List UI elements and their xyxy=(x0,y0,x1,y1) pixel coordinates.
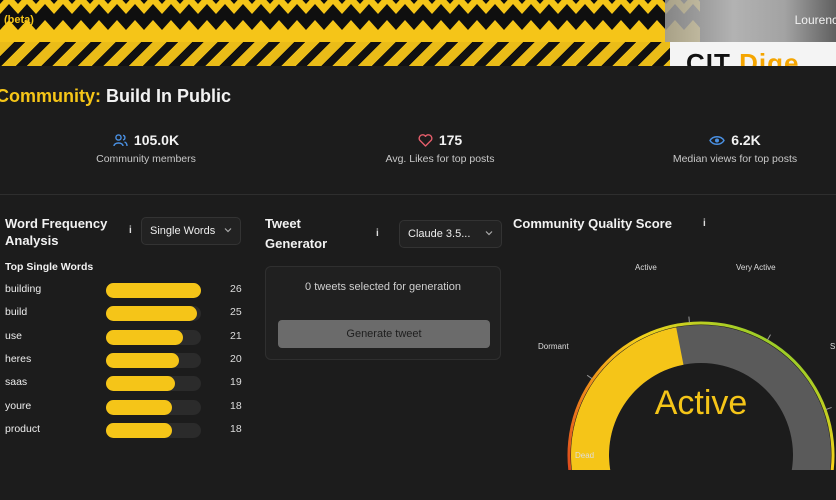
info-icon[interactable]: i xyxy=(129,225,132,236)
quality-score-title: Community Quality Score xyxy=(513,216,672,231)
gauge-tick xyxy=(688,316,690,323)
hazard-stripes xyxy=(0,42,670,66)
stat-value: 6.2K xyxy=(731,132,761,148)
word-row: building 26 xyxy=(0,282,250,298)
word-bar-track xyxy=(106,306,201,322)
quality-gauge: Dead Dormant Active Very Active S Active xyxy=(538,263,835,470)
word-row: heres 20 xyxy=(0,352,250,368)
page-title: Community: Build In Public xyxy=(0,86,231,107)
word-bar-fill xyxy=(106,283,201,298)
word-count: 20 xyxy=(230,352,242,365)
stat-label: Community members xyxy=(96,153,196,165)
word-label: product xyxy=(5,422,41,435)
word-label: build xyxy=(5,306,28,319)
word-count: 18 xyxy=(230,399,242,412)
stat-label: Avg. Likes for top posts xyxy=(385,153,495,165)
gauge-label-very-active: Very Active xyxy=(736,263,776,272)
gauge-tick xyxy=(586,374,593,380)
word-bar-track xyxy=(106,422,201,438)
users-icon xyxy=(113,133,128,146)
gauge-label-active: Active xyxy=(635,263,657,272)
word-bar-fill xyxy=(106,399,172,415)
section-divider xyxy=(0,194,836,195)
model-select[interactable]: Claude 3.5... xyxy=(399,220,502,248)
chevron-down-icon xyxy=(485,231,493,236)
stat-value: 105.0K xyxy=(133,132,180,148)
info-icon[interactable]: i xyxy=(703,218,706,229)
stat-views: 6.2K Median views for top posts xyxy=(660,132,810,165)
banner: CIT Dige xyxy=(0,42,836,66)
word-bar-track xyxy=(106,283,201,298)
word-frequency-title: Word Frequency Analysis xyxy=(5,216,108,248)
word-count: 18 xyxy=(230,422,242,435)
gauge-label-dead: Dead xyxy=(575,451,594,460)
top-words-title: Top Single Words xyxy=(5,261,94,273)
info-icon[interactable]: i xyxy=(376,228,379,239)
word-label: youre xyxy=(5,399,32,412)
beta-badge: (beta) xyxy=(4,14,34,26)
stat-value: 175 xyxy=(438,132,463,148)
gauge-tick xyxy=(767,334,771,341)
user-name[interactable]: Lourenc xyxy=(795,13,836,27)
heart-icon xyxy=(418,133,433,147)
stat-members: 105.0K Community members xyxy=(76,132,216,165)
top-bar: (beta) Lourenc xyxy=(0,0,836,42)
word-label: use xyxy=(5,329,22,342)
promo-text: CIT Dige xyxy=(686,48,800,66)
word-row: use 21 xyxy=(0,329,250,345)
word-bar-track xyxy=(106,376,201,392)
word-row: saas 19 xyxy=(0,375,250,392)
word-label: heres xyxy=(5,352,32,365)
word-count: 21 xyxy=(230,329,242,342)
word-bar-fill xyxy=(106,376,176,392)
stats-row: 105.0K Community members 175 Avg. Likes … xyxy=(0,132,836,172)
gauge-label-s: S xyxy=(830,342,835,351)
model-value: Claude 3.5... xyxy=(408,228,471,240)
promo-banner[interactable]: CIT Dige xyxy=(670,42,836,66)
word-bar-fill xyxy=(106,422,172,438)
stat-label: Median views for top posts xyxy=(672,153,798,165)
word-bar-fill xyxy=(106,306,198,322)
word-mode-select[interactable]: Single Words xyxy=(141,217,241,245)
word-mode-value: Single Words xyxy=(150,225,216,237)
page-title-prefix: Community: xyxy=(0,86,101,106)
word-label: saas xyxy=(5,376,28,389)
word-label: building xyxy=(5,283,42,295)
selected-count-text: 0 tweets selected for generation xyxy=(305,281,461,293)
word-bar-fill xyxy=(106,352,180,368)
page-title-name: Build In Public xyxy=(106,86,232,106)
word-bar-fill xyxy=(106,329,183,345)
tweet-generator-title: Tweet Generator xyxy=(265,216,328,251)
word-row: youre 18 xyxy=(0,399,250,415)
word-count: 25 xyxy=(230,306,242,319)
word-row: build 25 xyxy=(0,305,250,322)
generate-tweet-button[interactable]: Generate tweet xyxy=(278,320,490,348)
gauge-value-label: Active xyxy=(655,384,748,422)
word-row: product 18 xyxy=(0,422,250,438)
gauge-tick xyxy=(825,406,832,410)
word-count: 19 xyxy=(230,376,242,389)
stat-likes: 175 Avg. Likes for top posts xyxy=(370,132,510,165)
eye-icon xyxy=(709,135,726,145)
word-count: 26 xyxy=(230,283,242,295)
chevron-down-icon xyxy=(224,228,232,233)
gauge-label-dormant: Dormant xyxy=(538,342,569,351)
word-bar-track xyxy=(106,352,201,368)
word-bar-track xyxy=(106,329,201,345)
word-bar-track xyxy=(106,399,201,415)
tweet-generator-panel: 0 tweets selected for generation Generat… xyxy=(265,266,501,360)
